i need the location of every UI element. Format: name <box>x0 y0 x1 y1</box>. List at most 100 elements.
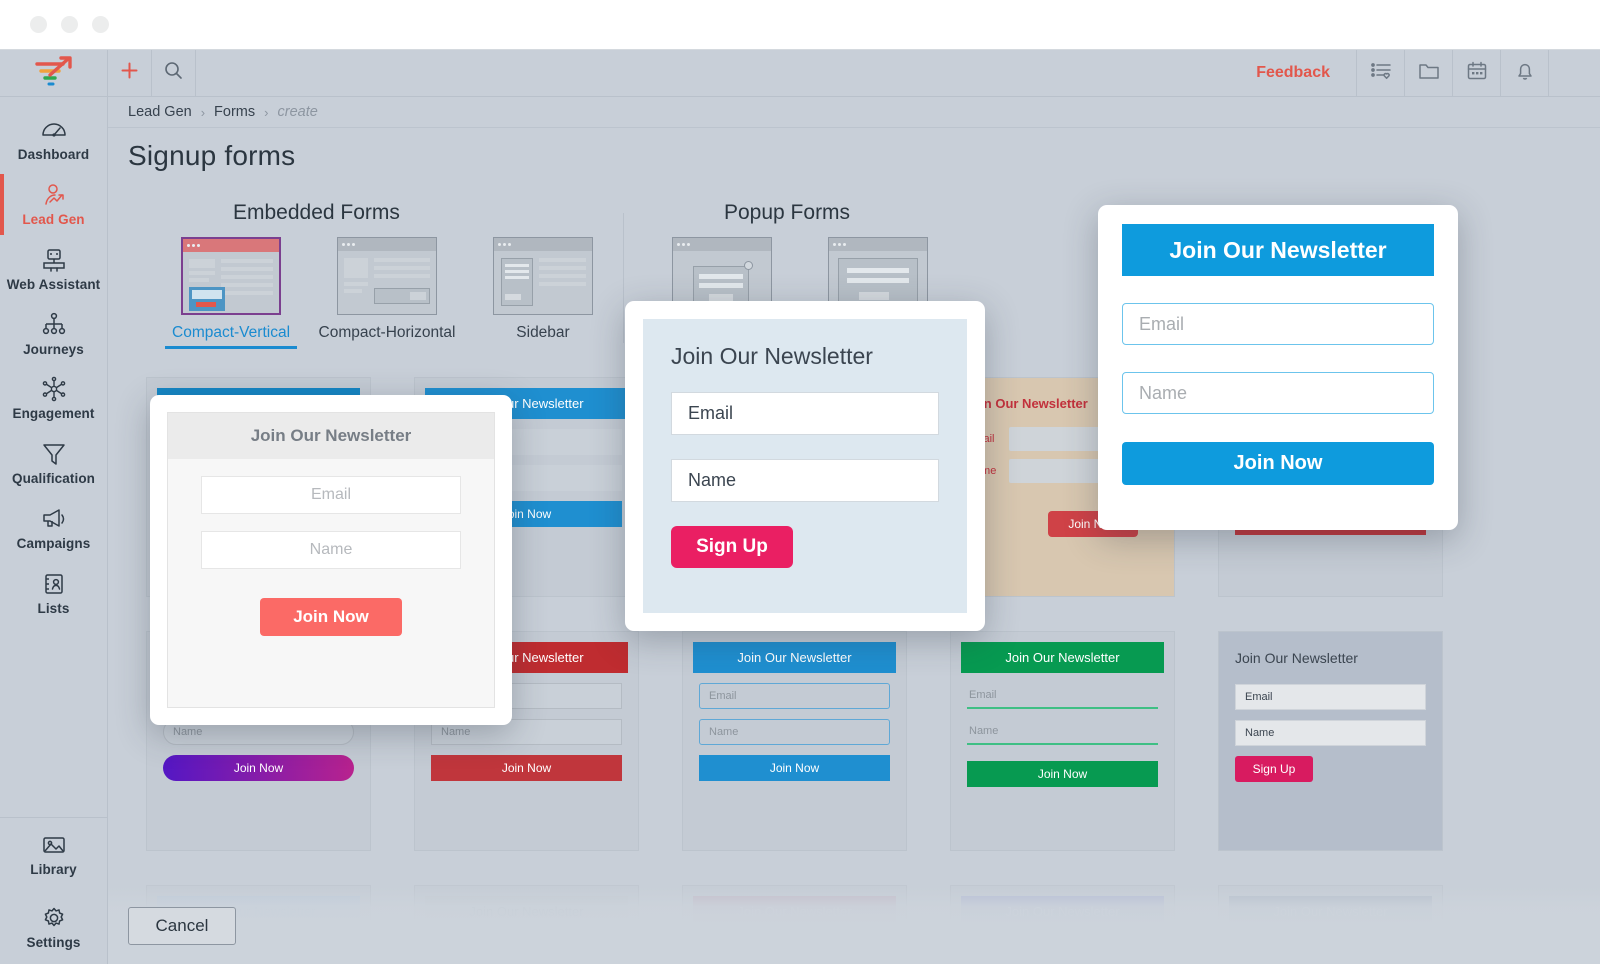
preview-submit-button[interactable]: Sign Up <box>671 526 793 568</box>
preview-email-field[interactable]: Email <box>201 476 461 514</box>
form-type-group-embedded: Embedded Forms <box>163 183 593 369</box>
sidebar-item-campaigns[interactable]: Campaigns <box>0 496 107 561</box>
folder-button[interactable] <box>1404 50 1452 96</box>
page-title: Signup forms <box>128 140 295 172</box>
search-button[interactable] <box>152 50 196 96</box>
form-type-label: Compact-Vertical <box>172 324 290 342</box>
submit-button[interactable]: Join Now <box>431 755 622 781</box>
submit-button[interactable]: Join Now <box>699 755 890 781</box>
sidebar-item-engagement[interactable]: Engagement <box>0 366 107 431</box>
name-field[interactable]: Name <box>1235 720 1426 746</box>
preview-name-field[interactable]: Name <box>1122 372 1434 414</box>
sidebar-item-library[interactable]: Library <box>0 818 107 891</box>
sidebar-nav: Dashboard Lead Gen <box>0 97 107 817</box>
name-field[interactable]: Name <box>699 719 890 745</box>
web-assistant-icon <box>39 246 69 274</box>
app-logo[interactable] <box>0 50 107 97</box>
user-avatar-button[interactable] <box>1548 50 1600 96</box>
form-type-label: Compact-Horizontal <box>319 324 456 342</box>
calendar-button[interactable] <box>1452 50 1500 96</box>
sidebar-item-journeys[interactable]: Journeys <box>0 302 107 367</box>
notifications-button[interactable] <box>1500 50 1548 96</box>
sidebar-item-label: Dashboard <box>18 148 89 163</box>
preview-email-field[interactable]: Email <box>1122 303 1434 345</box>
card-title: Join Our Newsletter <box>693 642 896 673</box>
group-title: Popup Forms <box>724 201 928 225</box>
add-button[interactable] <box>108 50 152 96</box>
feedback-button[interactable]: Feedback <box>1230 50 1356 96</box>
preview-light-coral[interactable]: Join Our Newsletter Email Name Join Now <box>150 395 512 725</box>
submit-button[interactable]: Join Now <box>967 761 1158 787</box>
preview-body: Join Our Newsletter Email Name Join Now <box>167 412 495 708</box>
app-root: Dashboard Lead Gen <box>0 0 1600 964</box>
search-icon <box>163 60 184 86</box>
preview-name-field[interactable]: Name <box>671 459 939 502</box>
breadcrumb-item-0[interactable]: Lead Gen <box>128 104 192 120</box>
sidebar-item-dashboard[interactable]: Dashboard <box>0 107 107 172</box>
submit-button[interactable]: Sign Up <box>1235 756 1313 782</box>
list-heart-button[interactable] <box>1356 50 1404 96</box>
sidebar-item-qualification[interactable]: Qualification <box>0 431 107 496</box>
calendar-icon <box>1465 59 1489 88</box>
engagement-node-icon <box>39 375 69 403</box>
form-type-compact-horizontal[interactable]: Compact-Horizontal <box>337 237 437 349</box>
email-field[interactable]: Email <box>1235 684 1426 710</box>
contact-list-icon <box>39 570 69 598</box>
sidebar: Dashboard Lead Gen <box>0 50 108 964</box>
sidebar-item-lead-gen[interactable]: Lead Gen <box>0 172 107 237</box>
preview-submit-button[interactable]: Join Now <box>1122 442 1434 485</box>
cancel-button[interactable]: Cancel <box>128 907 236 945</box>
thumb-strip: Compact-Vertical <box>163 237 593 349</box>
preview-white-blue[interactable]: Join Our Newsletter Email Name Join Now <box>1098 205 1458 530</box>
journeys-tree-icon <box>39 311 69 339</box>
template-card[interactable]: Join Our Newsletter Email Name Join Now <box>950 631 1175 851</box>
template-card[interactable]: Join Our Newsletter Email Name Join Now <box>682 631 907 851</box>
preview-title: Join Our Newsletter <box>168 413 494 459</box>
sidebar-item-label: Web Assistant <box>7 278 101 293</box>
breadcrumb-separator: › <box>264 105 268 120</box>
form-type-compact-vertical[interactable]: Compact-Vertical <box>181 237 281 349</box>
preview-body: Join Our Newsletter Email Name Sign Up <box>643 319 967 613</box>
email-field[interactable]: Email <box>699 683 890 709</box>
window-close-dot[interactable] <box>30 16 47 33</box>
template-card[interactable]: Join Our Newsletter Email Name Sign Up <box>1218 631 1443 851</box>
type-group-divider <box>623 213 624 343</box>
sidebar-item-label: Lists <box>37 602 69 617</box>
sidebar-item-label: Campaigns <box>17 537 91 552</box>
speedometer-icon <box>39 116 69 144</box>
bottom-action-bar: Cancel <box>108 887 1600 964</box>
sidebar-item-settings[interactable]: Settings <box>0 891 107 964</box>
card-title: Join Our Newsletter <box>961 642 1164 673</box>
sidebar-item-lists[interactable]: Lists <box>0 561 107 626</box>
form-type-label: Sidebar <box>516 324 569 342</box>
funnel-icon <box>39 440 69 468</box>
name-field[interactable]: Name <box>967 719 1158 745</box>
folder-icon <box>1417 59 1441 88</box>
breadcrumb-item-1[interactable]: Forms <box>214 104 255 120</box>
preview-submit-button[interactable]: Join Now <box>260 598 402 636</box>
preview-name-field[interactable]: Name <box>201 531 461 569</box>
preview-pale-blue-pink[interactable]: Join Our Newsletter Email Name Sign Up <box>625 301 985 631</box>
group-title: Embedded Forms <box>233 201 593 225</box>
sidebar-bottom-nav: Library Settings <box>0 817 107 964</box>
email-field[interactable]: Email <box>967 683 1158 709</box>
breadcrumb-separator: › <box>201 105 205 120</box>
browser-thumb-horizontal-icon <box>337 237 437 315</box>
window-minimize-dot[interactable] <box>61 16 78 33</box>
preview-title: Join Our Newsletter <box>1122 224 1434 276</box>
plus-icon <box>119 60 140 86</box>
image-library-icon <box>39 831 69 859</box>
sidebar-item-label: Settings <box>26 936 80 951</box>
window-maximize-dot[interactable] <box>92 16 109 33</box>
sidebar-item-web-assistant[interactable]: Web Assistant <box>0 237 107 302</box>
form-type-sidebar[interactable]: Sidebar <box>493 237 593 349</box>
page-header: Signup forms <box>108 128 1600 183</box>
submit-button[interactable]: Join Now <box>163 755 354 781</box>
list-heart-icon <box>1369 59 1393 88</box>
card-title: Join Our Newsletter <box>1229 642 1432 674</box>
breadcrumb: Lead Gen › Forms › create <box>108 97 1600 128</box>
bell-icon <box>1513 59 1537 88</box>
selected-underline <box>165 346 297 349</box>
megaphone-icon <box>39 505 69 533</box>
preview-email-field[interactable]: Email <box>671 392 939 435</box>
